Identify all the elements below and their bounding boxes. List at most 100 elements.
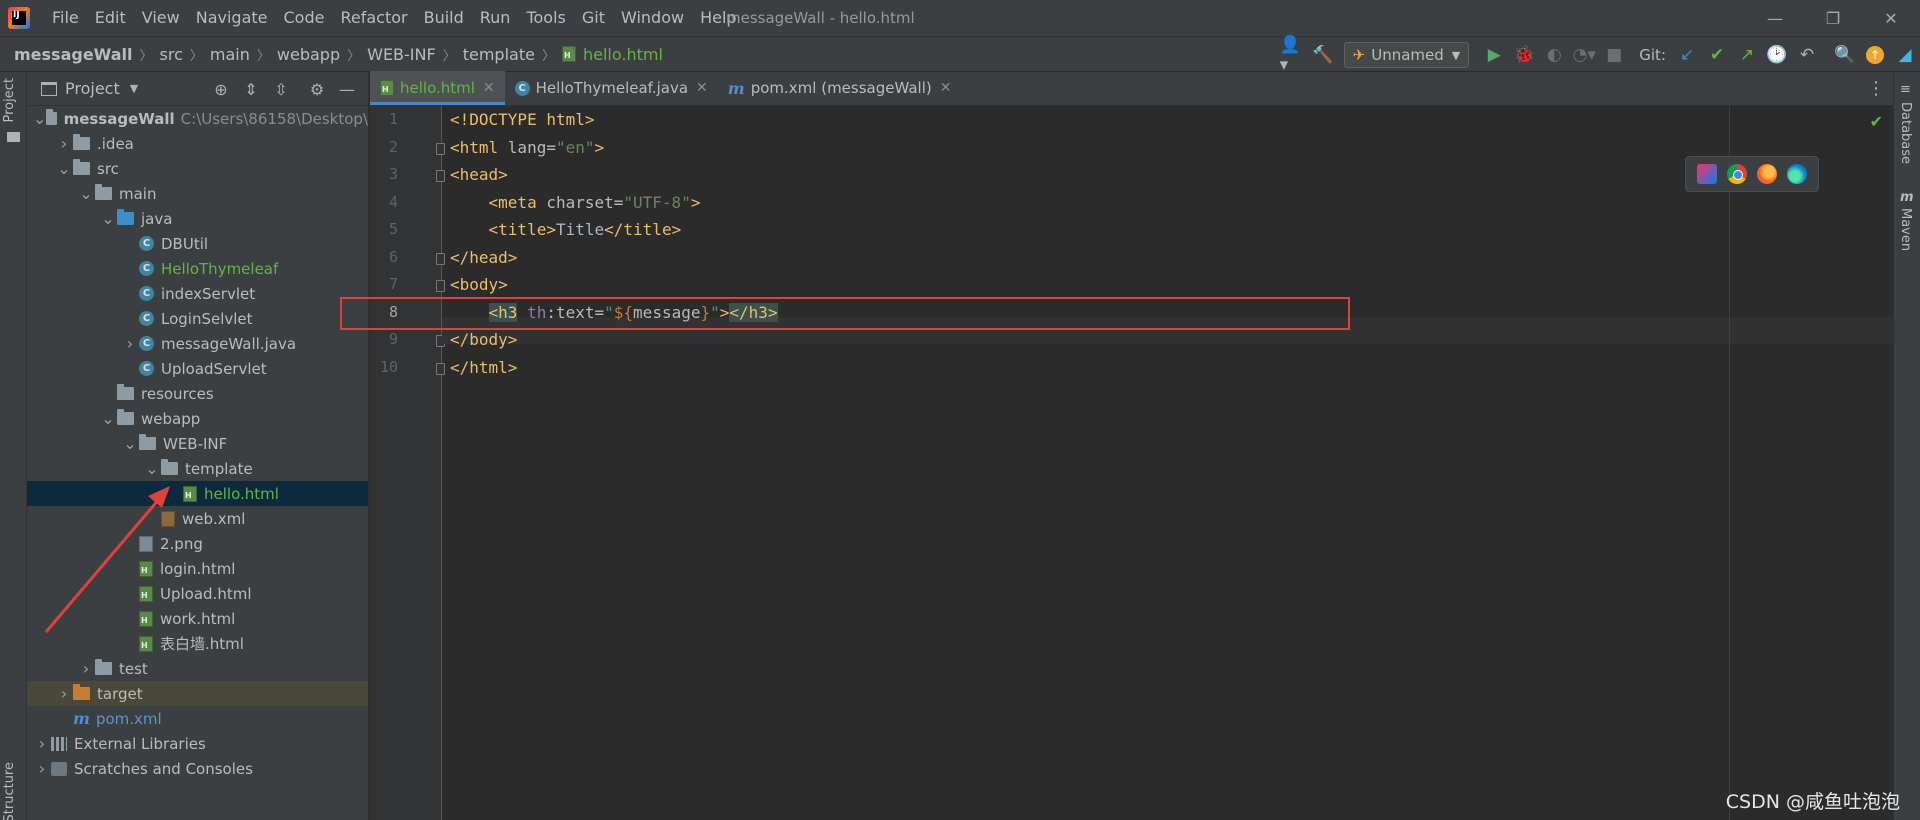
editor-tab[interactable]: C HelloThymeleaf.java ✕ — [505, 71, 718, 105]
tree-item[interactable]: ⌄ messageWall C:\Users\86158\Desktop\ — [27, 106, 368, 131]
breadcrumb-item[interactable]: hello.html — [561, 45, 663, 64]
fold-marker-icon[interactable] — [436, 280, 445, 292]
profile-icon[interactable]: ◔▾ — [1571, 42, 1597, 68]
breadcrumb-item[interactable]: webapp — [277, 45, 340, 64]
debug-icon[interactable]: 🐞 — [1511, 42, 1537, 68]
structure-tool-tab[interactable]: Structure — [2, 762, 17, 820]
fold-marker-icon[interactable] — [436, 170, 445, 182]
intellij-browser-icon[interactable] — [1697, 164, 1717, 184]
tree-item[interactable]: ⌄ main — [27, 181, 368, 206]
rollback-icon[interactable]: ↶ — [1794, 42, 1820, 68]
chevron-down-icon[interactable]: ⌄ — [143, 459, 161, 478]
run-icon[interactable]: ▶ — [1481, 42, 1507, 68]
update-icon[interactable]: ↑ — [1862, 42, 1888, 68]
tree-item[interactable]: ›Upload.html — [27, 581, 368, 606]
chevron-right-icon[interactable]: › — [33, 734, 51, 753]
tree-item[interactable]: ›CHelloThymeleaf — [27, 256, 368, 281]
tree-item[interactable]: › test — [27, 656, 368, 681]
menu-item-file[interactable]: File — [44, 0, 87, 36]
chevron-down-icon[interactable]: ⌄ — [33, 109, 46, 128]
tree-item[interactable]: ›work.html — [27, 606, 368, 631]
fold-marker-icon[interactable] — [436, 362, 445, 375]
search-icon[interactable]: 🔍 — [1832, 42, 1858, 68]
stop-icon[interactable]: ■ — [1601, 42, 1627, 68]
firefox-icon[interactable] — [1757, 164, 1777, 184]
breadcrumb-item[interactable]: src — [160, 45, 183, 64]
database-tool-tab[interactable]: Database — [1898, 102, 1913, 164]
tree-item[interactable]: ›CDBUtil — [27, 231, 368, 256]
chevron-down-icon[interactable]: ⌄ — [77, 184, 95, 203]
chevron-down-icon[interactable]: ⌄ — [99, 209, 117, 228]
editor-tab[interactable]: hello.html ✕ — [370, 71, 505, 105]
tree-item[interactable]: ›CUploadServlet — [27, 356, 368, 381]
tree-item[interactable]: › target — [27, 681, 368, 706]
tree-item[interactable]: ›mpom.xml — [27, 706, 368, 731]
tree-item[interactable]: ⌄ webapp — [27, 406, 368, 431]
git-push-icon[interactable]: ↗ — [1734, 42, 1760, 68]
restore-button[interactable]: ❐ — [1804, 0, 1862, 36]
tree-item[interactable]: ›CindexServlet — [27, 281, 368, 306]
code-editor[interactable]: <!DOCTYPE html> <html lang="en"> <head> <m… — [442, 106, 1920, 820]
breadcrumb-item[interactable]: main — [210, 45, 250, 64]
breadcrumb-item[interactable]: WEB-INF — [367, 45, 436, 64]
expand-all-icon[interactable]: ⇕ — [236, 76, 266, 102]
git-commit-icon[interactable]: ✔ — [1704, 42, 1730, 68]
menu-item-window[interactable]: Window — [613, 0, 692, 36]
menu-item-run[interactable]: Run — [472, 0, 519, 36]
breadcrumb-item[interactable]: template — [463, 45, 535, 64]
more-options-icon[interactable]: ⋮ — [1867, 78, 1885, 99]
tree-item[interactable]: ›resources — [27, 381, 368, 406]
fold-marker-icon[interactable] — [436, 142, 445, 155]
chevron-down-icon[interactable]: ⌄ — [55, 159, 73, 178]
tree-item[interactable]: ⌄ src — [27, 156, 368, 181]
tree-item[interactable]: ⌄ java — [27, 206, 368, 231]
tree-item[interactable]: ›表白墙.html — [27, 631, 368, 656]
editor-tab[interactable]: m pom.xml (messageWall) ✕ — [718, 71, 962, 105]
menu-item-refactor[interactable]: Refactor — [332, 0, 415, 36]
close-button[interactable]: ✕ — [1862, 0, 1920, 36]
close-tab-icon[interactable]: ✕ — [940, 80, 952, 96]
gear-icon[interactable]: ⚙ — [302, 76, 332, 102]
breadcrumb-item[interactable]: messageWall — [14, 45, 133, 64]
collapse-all-icon[interactable]: ⇳ — [266, 76, 296, 102]
menu-item-view[interactable]: View — [134, 0, 188, 36]
chevron-right-icon[interactable]: › — [55, 134, 73, 153]
tree-item[interactable]: › .idea — [27, 131, 368, 156]
minimize-button[interactable]: — — [1746, 0, 1804, 36]
close-tab-icon[interactable]: ✕ — [696, 80, 708, 96]
run-configuration-selector[interactable]: ✈ Unnamed ▼ — [1343, 42, 1470, 68]
project-tool-tab[interactable]: Project — [2, 78, 17, 122]
tree-item[interactable]: ›hello.html — [27, 481, 368, 506]
menu-item-git[interactable]: Git — [574, 0, 613, 36]
git-history-icon[interactable]: 🕑 — [1764, 42, 1790, 68]
project-panel-title[interactable]: Project — [65, 79, 120, 98]
tree-item[interactable]: ⌄ WEB-INF — [27, 431, 368, 456]
tree-item[interactable]: › Scratches and Consoles — [27, 756, 368, 781]
chevron-right-icon[interactable]: › — [55, 684, 73, 703]
chevron-right-icon[interactable]: › — [121, 334, 139, 353]
tree-item[interactable]: ›login.html — [27, 556, 368, 581]
chevron-down-icon[interactable]: ▼ — [130, 82, 138, 95]
inspection-ok-icon[interactable]: ✔ — [1870, 112, 1883, 131]
tree-item[interactable]: ›web.xml — [27, 506, 368, 531]
menu-item-code[interactable]: Code — [276, 0, 333, 36]
menu-item-tools[interactable]: Tools — [518, 0, 573, 36]
hide-panel-icon[interactable]: — — [332, 76, 362, 102]
chevron-right-icon[interactable]: › — [77, 659, 95, 678]
tree-item[interactable]: › External Libraries — [27, 731, 368, 756]
chevron-down-icon[interactable]: ⌄ — [121, 434, 139, 453]
locate-file-icon[interactable]: ⊕ — [206, 76, 236, 102]
edge-icon[interactable] — [1787, 164, 1807, 184]
maven-tool-tab[interactable]: Maven — [1898, 208, 1913, 251]
tree-item[interactable]: › CmessageWall.java — [27, 331, 368, 356]
chrome-icon[interactable] — [1727, 164, 1747, 184]
tree-item[interactable]: ⌄ template — [27, 456, 368, 481]
menu-item-build[interactable]: Build — [416, 0, 472, 36]
coverage-icon[interactable]: ◐ — [1541, 42, 1567, 68]
chevron-down-icon[interactable]: ⌄ — [99, 409, 117, 428]
menu-item-edit[interactable]: Edit — [87, 0, 134, 36]
tree-item[interactable]: ›CLoginSelvlet — [27, 306, 368, 331]
git-update-icon[interactable]: ↙ — [1674, 42, 1700, 68]
plugin-icon[interactable]: ◢ — [1892, 42, 1918, 68]
menu-item-navigate[interactable]: Navigate — [188, 0, 276, 36]
